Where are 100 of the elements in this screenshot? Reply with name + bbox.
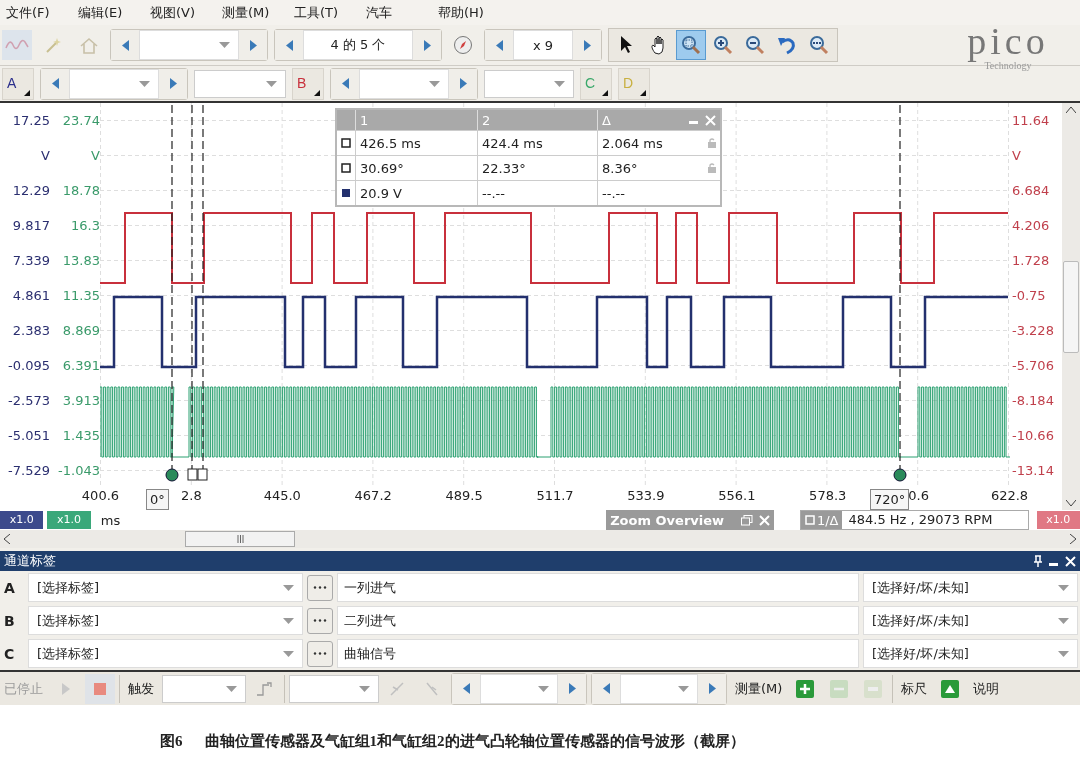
scrollbar[interactable] xyxy=(0,530,1080,548)
axis-label: 0.6 xyxy=(908,488,929,503)
pin-icon[interactable] xyxy=(1033,555,1043,567)
name-field[interactable]: 曲轴信号 xyxy=(337,639,859,668)
next-button[interactable] xyxy=(573,30,601,60)
axis-label: -1.043 xyxy=(57,462,100,480)
stepper-control[interactable] xyxy=(40,67,188,100)
previous-button[interactable] xyxy=(111,30,139,60)
scale-badge[interactable]: x1.0 xyxy=(0,511,44,529)
cursor-line[interactable] xyxy=(171,104,173,470)
next-button[interactable] xyxy=(558,673,586,704)
next-button[interactable] xyxy=(239,30,267,60)
menu-item[interactable]: 视图(V) xyxy=(150,3,222,22)
dropdown-field[interactable] xyxy=(289,674,379,703)
measurements-label: 测量(M) xyxy=(734,679,784,698)
axis-label: -2.573 xyxy=(7,392,50,410)
status-dropdown[interactable]: [选择好/坏/未知] xyxy=(863,573,1078,602)
scrollbar[interactable] xyxy=(1062,103,1080,510)
dropdown-field[interactable] xyxy=(359,68,449,99)
ellipsis-icon xyxy=(313,652,327,655)
more-button[interactable] xyxy=(307,640,333,667)
cursor-handle[interactable] xyxy=(893,468,907,482)
next-button[interactable] xyxy=(159,68,187,99)
next-button[interactable] xyxy=(413,30,441,60)
plus-icon xyxy=(796,679,815,698)
cursor-line[interactable] xyxy=(202,104,204,470)
cursor-line[interactable] xyxy=(899,104,901,470)
dropdown-field[interactable] xyxy=(162,674,246,703)
more-button[interactable] xyxy=(307,607,333,634)
previous-button[interactable] xyxy=(275,30,303,60)
zoom-in-icon xyxy=(713,35,733,55)
dropdown-field[interactable] xyxy=(139,30,239,60)
stepper-control[interactable] xyxy=(591,672,727,705)
caret-icon xyxy=(359,685,370,692)
axis-label: 467.2 xyxy=(354,488,392,503)
corner-icon xyxy=(640,89,646,96)
channel-icon xyxy=(341,187,351,198)
close-icon[interactable] xyxy=(1065,555,1076,567)
previous-button[interactable] xyxy=(485,30,513,60)
caret-icon xyxy=(429,80,440,87)
value-field[interactable]: x 9 xyxy=(513,30,573,60)
ruler-handle[interactable] xyxy=(197,468,208,481)
label-dropdown[interactable]: [选择标签] xyxy=(28,606,303,635)
stop-button[interactable] xyxy=(85,673,115,704)
zoom-fit-icon xyxy=(809,35,829,55)
stepper-control[interactable] xyxy=(110,29,268,61)
minus-icon xyxy=(830,679,849,698)
menu-item[interactable]: 工具(T) xyxy=(294,3,366,22)
logo-tagline: Technology xyxy=(984,59,1032,71)
scroll-thumb[interactable] xyxy=(185,531,295,547)
previous-button[interactable] xyxy=(592,673,620,704)
name-field[interactable]: 二列进气 xyxy=(337,606,859,635)
channel-button[interactable]: A xyxy=(2,67,34,100)
next-button[interactable] xyxy=(449,68,477,99)
ellipsis-icon xyxy=(313,619,327,622)
name-field[interactable]: 一列进气 xyxy=(337,573,859,602)
status-dropdown[interactable]: [选择好/坏/未知] xyxy=(863,639,1078,668)
stepper-control[interactable] xyxy=(451,672,587,705)
axis-label: 400.6 xyxy=(81,488,120,503)
left-arrow-icon xyxy=(51,78,59,89)
menu-item[interactable]: 汽车 xyxy=(366,3,438,22)
magnifier-icon xyxy=(681,35,701,55)
previous-button[interactable] xyxy=(452,673,480,704)
left-arrow-icon xyxy=(341,78,349,89)
stepper-control[interactable]: 4 的 5 个 xyxy=(274,29,442,61)
axis-label: -3.228 xyxy=(1011,322,1055,340)
previous-button[interactable] xyxy=(41,68,69,99)
right-arrow-icon xyxy=(423,39,431,51)
axis-label: V xyxy=(40,147,50,165)
menu-item[interactable]: 编辑(E) xyxy=(78,3,150,22)
restore-icon[interactable] xyxy=(740,514,753,526)
menu-item[interactable]: 文件(F) xyxy=(6,3,78,22)
axis-label: -0.75 xyxy=(1011,287,1047,305)
label-dropdown[interactable]: [选择标签] xyxy=(28,639,303,668)
value-field[interactable]: 4 的 5 个 xyxy=(303,30,413,60)
right-arrow-icon xyxy=(708,683,716,694)
dropdown-field[interactable] xyxy=(484,69,574,98)
menu-item[interactable]: 帮助(H) xyxy=(438,3,510,22)
more-button[interactable] xyxy=(307,574,333,601)
ruler-handle[interactable] xyxy=(187,468,198,481)
dropdown-field[interactable] xyxy=(620,673,698,704)
dropdown-field[interactable] xyxy=(69,68,159,99)
stepper-control[interactable] xyxy=(330,67,478,100)
previous-button[interactable] xyxy=(331,68,359,99)
cursor-handle[interactable] xyxy=(165,468,179,482)
right-arrow-icon xyxy=(583,39,591,51)
slash-icon xyxy=(390,681,406,696)
cursor-line[interactable] xyxy=(191,104,193,470)
axis-label: 622.8 xyxy=(990,488,1029,503)
label-dropdown[interactable]: [选择标签] xyxy=(28,573,303,602)
menu-item[interactable]: 测量(M) xyxy=(222,3,294,22)
corner-icon xyxy=(314,89,320,96)
scroll-thumb[interactable] xyxy=(1063,260,1079,353)
channel-button[interactable]: B xyxy=(292,67,324,100)
dropdown-field[interactable] xyxy=(480,673,558,704)
status-dropdown[interactable]: [选择好/坏/未知] xyxy=(863,606,1078,635)
caret-icon xyxy=(1058,617,1069,624)
dropdown-field[interactable] xyxy=(194,69,286,98)
stepper-control[interactable]: x 9 xyxy=(484,29,602,61)
next-button[interactable] xyxy=(698,673,726,704)
